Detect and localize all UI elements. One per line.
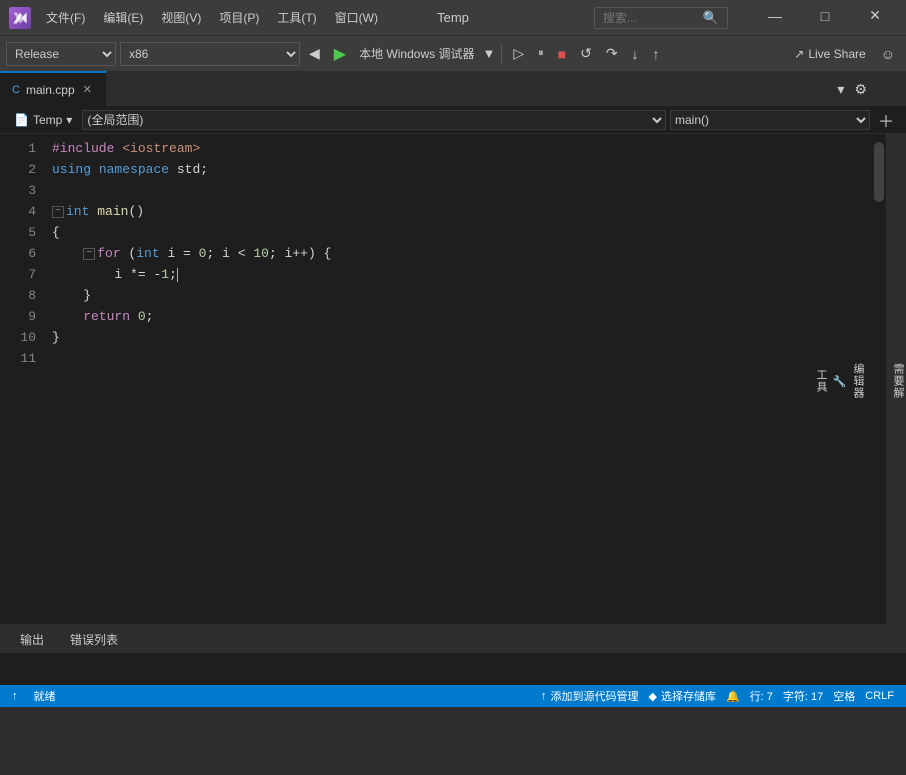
run-label[interactable]: 本地 Windows 调试器 <box>355 45 478 62</box>
window-controls: — □ ✕ <box>752 2 898 33</box>
vertical-scrollbar[interactable] <box>872 134 886 624</box>
status-bar: ↑ 就绪 ↑ 添加到源代码管理 ◆ 选择存储库 🔔 行: 7 字符: 17 空格… <box>0 685 906 707</box>
space-label: 空格 <box>833 688 855 704</box>
toolbar-separator <box>501 44 502 64</box>
bottom-panel: 输出 错误列表 <box>0 624 906 685</box>
select-repo-button[interactable]: ◆ 选择存储库 <box>645 688 720 704</box>
error-list-tab[interactable]: 错误列表 <box>58 627 130 652</box>
tab-main-cpp[interactable]: C main.cpp ✕ <box>0 71 107 106</box>
char-info[interactable]: 字符: 17 <box>779 688 827 704</box>
feedback-button[interactable]: ☺ <box>876 42 900 66</box>
repo-icon: ◆ <box>649 690 657 703</box>
notification-button[interactable]: 🔔 <box>722 690 744 703</box>
nav-prev-button[interactable]: ◀ <box>304 42 325 66</box>
restart-button[interactable]: ↺ <box>575 42 597 66</box>
git-icon: ↑ <box>12 690 18 702</box>
vs-logo <box>8 6 32 30</box>
file-nav-icon: 📄 <box>14 113 29 127</box>
dropdown-icon: ▾ <box>66 113 72 127</box>
add-tab-button[interactable]: ＋ <box>874 108 898 132</box>
menu-view[interactable]: 视图(V) <box>153 5 209 30</box>
function-dropdown[interactable]: main() <box>670 110 870 130</box>
bell-icon: 🔔 <box>726 690 740 703</box>
run-button[interactable]: ▶ <box>329 42 351 66</box>
scroll-thumb[interactable] <box>874 142 884 202</box>
sidebar-text-1[interactable]: 需要解 <box>890 359 906 403</box>
architecture-select[interactable]: x86 x64 <box>120 42 300 66</box>
editor-main: 1 2 3 4 5 6 7 8 9 10 11 #include <iostre… <box>0 134 886 624</box>
breadcrumb-file-label: Temp <box>33 113 62 127</box>
title-bar: 文件(F) 编辑(E) 视图(V) 项目(P) 工具(T) 窗口(W) 🔍 Te… <box>0 0 906 35</box>
search-input[interactable] <box>603 11 703 25</box>
maximize-button[interactable]: □ <box>802 0 848 33</box>
line-numbers: 1 2 3 4 5 6 7 8 9 10 11 <box>0 134 48 624</box>
status-label: 就绪 <box>34 688 56 704</box>
tab-close-button[interactable]: ✕ <box>81 82 94 97</box>
code-editor[interactable]: #include <iostream> using namespace std;… <box>48 134 872 624</box>
break-all-button[interactable]: ⏸ <box>533 42 549 66</box>
close-button[interactable]: ✕ <box>852 0 898 33</box>
window-title: Temp <box>437 10 469 25</box>
add-to-source-label: 添加到源代码管理 <box>551 688 639 704</box>
tab-actions: ▾ ⚙ <box>833 79 871 100</box>
search-box[interactable]: 🔍 <box>594 7 728 29</box>
line-info[interactable]: 行: 7 <box>746 688 777 704</box>
pin-button[interactable]: ⚙ <box>850 79 871 100</box>
eol-label: CRLF <box>865 690 894 702</box>
scope-dropdown[interactable]: (全局范围) <box>82 110 666 130</box>
eol-info[interactable]: CRLF <box>861 690 898 702</box>
step-over-button[interactable]: ↷ <box>601 42 623 66</box>
stop-button[interactable]: ■ <box>553 42 571 66</box>
step-into-button[interactable]: ↓ <box>627 42 644 66</box>
status-right: ↑ 添加到源代码管理 ◆ 选择存储库 🔔 行: 7 字符: 17 空格 CRLF <box>537 688 898 704</box>
add-to-source-button[interactable]: ↑ 添加到源代码管理 <box>537 688 643 704</box>
panel-tabs: 输出 错误列表 <box>0 625 906 653</box>
nav-bar: 📄 Temp ▾ (全局范围) main() ＋ <box>0 106 906 134</box>
live-share-label: Live Share <box>808 47 865 61</box>
space-info[interactable]: 空格 <box>829 688 859 704</box>
menu-bar: 文件(F) 编辑(E) 视图(V) 项目(P) 工具(T) 窗口(W) <box>38 5 594 30</box>
editor-container: 1 2 3 4 5 6 7 8 9 10 11 #include <iostre… <box>0 134 906 624</box>
file-icon: C <box>12 84 20 96</box>
status-git-button[interactable]: ↑ <box>8 685 22 707</box>
panel-content <box>0 653 906 685</box>
toolbar: Release Debug x86 x64 ◀ ▶ 本地 Windows 调试器… <box>0 35 906 71</box>
right-sidebar: 需要解 决的 编辑器 🔧 工具 <box>886 134 906 624</box>
minimize-button[interactable]: — <box>752 0 798 33</box>
tab-bar: C main.cpp ✕ ▾ ⚙ <box>0 71 906 106</box>
line-label: 行: 7 <box>750 688 773 704</box>
select-repo-label: 选择存储库 <box>661 688 716 704</box>
menu-file[interactable]: 文件(F) <box>38 5 93 30</box>
menu-tools[interactable]: 工具(T) <box>269 5 324 30</box>
status-ready[interactable]: 就绪 <box>30 685 60 707</box>
breadcrumb-file-button[interactable]: 📄 Temp ▾ <box>8 111 78 129</box>
menu-window[interactable]: 窗口(W) <box>327 5 386 30</box>
add-to-source-icon: ↑ <box>541 690 547 702</box>
live-share-icon: ↗ <box>794 47 804 61</box>
char-label: 字符: 17 <box>783 688 823 704</box>
configuration-select[interactable]: Release Debug <box>6 42 116 66</box>
live-share-button[interactable]: ↗ Live Share <box>788 42 871 66</box>
search-icon: 🔍 <box>703 10 719 26</box>
tab-label: main.cpp <box>26 83 75 97</box>
menu-edit[interactable]: 编辑(E) <box>95 5 151 30</box>
tab-list-button[interactable]: ▾ <box>833 79 848 100</box>
output-tab[interactable]: 输出 <box>8 627 56 652</box>
run-outline-button[interactable]: ▷ <box>508 42 529 66</box>
menu-project[interactable]: 项目(P) <box>211 5 267 30</box>
step-out-button[interactable]: ↑ <box>648 42 665 66</box>
